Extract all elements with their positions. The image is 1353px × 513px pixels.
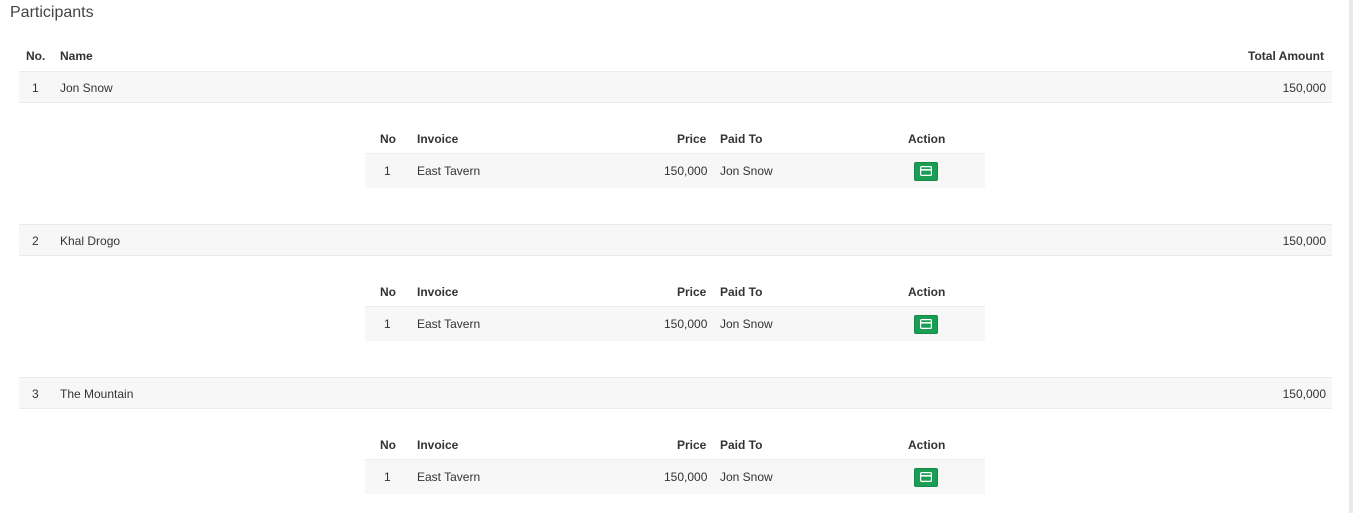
participant-name: Khal Drogo	[60, 234, 121, 248]
invoice-header-invoice: Invoice	[417, 438, 459, 452]
participant-total: 150,000	[1282, 81, 1326, 95]
header-total-amount: Total Amount	[1248, 49, 1324, 63]
invoice-no: 1	[384, 470, 391, 484]
invoice-name: East Tavern	[417, 470, 481, 484]
invoice-paid-to: Jon Snow	[720, 470, 773, 484]
pay-button[interactable]	[914, 162, 938, 181]
invoice-name: East Tavern	[417, 164, 481, 178]
participant-details: No Invoice Price Paid To Action 1 East T…	[19, 409, 1332, 513]
invoice-header-price: Price	[677, 438, 707, 452]
invoice-table: No Invoice Price Paid To Action 1 East T…	[365, 122, 985, 188]
credit-card-icon	[920, 166, 932, 176]
participants-table: No. Name Total Amount 1 Jon Snow 150,000…	[19, 40, 1332, 513]
participant-no: 1	[32, 81, 39, 95]
header-name: Name	[60, 49, 93, 63]
participant-no: 3	[32, 387, 39, 401]
participant-total: 150,000	[1282, 234, 1326, 248]
invoice-header-action: Action	[908, 438, 946, 452]
invoice-table: No Invoice Price Paid To Action 1 East T…	[365, 428, 985, 494]
invoice-table-header: No Invoice Price Paid To Action	[365, 122, 985, 153]
participant-details: No Invoice Price Paid To Action 1 East T…	[19, 256, 1332, 377]
participant-name: Jon Snow	[60, 81, 113, 95]
header-no: No.	[26, 49, 46, 63]
invoice-price: 150,000	[664, 317, 708, 331]
invoice-name: East Tavern	[417, 317, 481, 331]
participants-page: Participants No. Name Total Amount 1 Jon…	[0, 0, 1353, 513]
invoice-table: No Invoice Price Paid To Action 1 East T…	[365, 275, 985, 341]
scrollbar[interactable]	[1349, 0, 1353, 513]
invoice-header-no: No	[380, 285, 396, 299]
participant-name: The Mountain	[60, 387, 134, 401]
invoice-price: 150,000	[664, 164, 708, 178]
invoice-table-header: No Invoice Price Paid To Action	[365, 275, 985, 306]
pay-button[interactable]	[914, 315, 938, 334]
invoice-header-invoice: Invoice	[417, 285, 459, 299]
participant-row[interactable]: 2 Khal Drogo 150,000	[19, 224, 1332, 256]
invoice-row: 1 East Tavern 150,000 Jon Snow	[365, 153, 985, 188]
invoice-paid-to: Jon Snow	[720, 164, 773, 178]
invoice-table-header: No Invoice Price Paid To Action	[365, 428, 985, 459]
invoice-no: 1	[384, 317, 391, 331]
page-title: Participants	[10, 4, 94, 21]
invoice-row: 1 East Tavern 150,000 Jon Snow	[365, 306, 985, 341]
invoice-price: 150,000	[664, 470, 708, 484]
invoice-header-action: Action	[908, 132, 946, 146]
invoice-paid-to: Jon Snow	[720, 317, 773, 331]
participant-row[interactable]: 3 The Mountain 150,000	[19, 377, 1332, 409]
participant-row[interactable]: 1 Jon Snow 150,000	[19, 71, 1332, 103]
credit-card-icon	[920, 319, 932, 329]
invoice-header-no: No	[380, 132, 396, 146]
invoice-no: 1	[384, 164, 391, 178]
invoice-header-paid-to: Paid To	[720, 132, 763, 146]
participant-total: 150,000	[1282, 387, 1326, 401]
participant-no: 2	[32, 234, 39, 248]
credit-card-icon	[920, 472, 932, 482]
invoice-header-price: Price	[677, 132, 707, 146]
participant-details: No Invoice Price Paid To Action 1 East T…	[19, 103, 1332, 224]
invoice-header-paid-to: Paid To	[720, 285, 763, 299]
invoice-header-price: Price	[677, 285, 707, 299]
invoice-header-action: Action	[908, 285, 946, 299]
invoice-header-paid-to: Paid To	[720, 438, 763, 452]
participants-table-header: No. Name Total Amount	[19, 40, 1332, 71]
invoice-header-no: No	[380, 438, 396, 452]
invoice-row: 1 East Tavern 150,000 Jon Snow	[365, 459, 985, 494]
pay-button[interactable]	[914, 468, 938, 487]
invoice-header-invoice: Invoice	[417, 132, 459, 146]
